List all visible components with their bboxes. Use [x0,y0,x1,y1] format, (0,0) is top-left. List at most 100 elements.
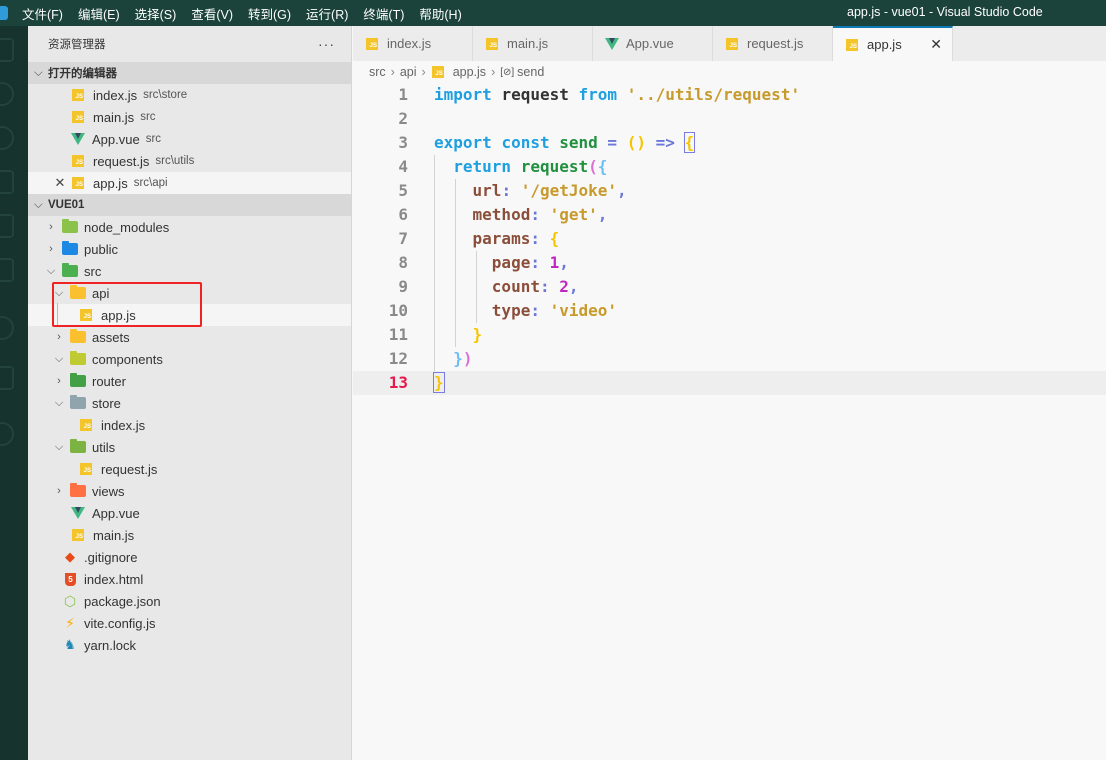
menu-run[interactable]: 运行(R) [306,4,348,23]
file-path: src\utils [155,155,195,167]
code-line[interactable]: 13} [353,371,1106,395]
tree-file-gitignore[interactable]: ◆ .gitignore [28,546,351,568]
open-editor-item[interactable]: JS main.js src [28,106,351,128]
open-editor-item[interactable]: JS index.js src\store [28,84,351,106]
tree-label: src [84,263,102,279]
close-icon[interactable]: ✕ [53,175,67,191]
breadcrumb-item[interactable]: send [517,65,544,79]
tree-label: public [84,241,118,257]
tree-file-app-vue[interactable]: App.vue [28,502,351,524]
code-editor[interactable]: 1 import request from '../utils/request' 2… [353,83,1106,395]
code-line[interactable]: 7 params: { [353,227,1106,251]
file-path: src\api [133,177,168,189]
tab-label: App.vue [626,36,674,51]
ellipsis-icon[interactable]: ··· [318,36,335,52]
tab-app-js[interactable]: JS app.js ✕ [833,26,953,61]
code-line[interactable]: 12 }) [353,347,1106,371]
menu-edit[interactable]: 编辑(E) [78,4,120,23]
tree-file-vite-config[interactable]: ⚡ vite.config.js [28,612,351,634]
js-icon: JS [80,419,92,431]
breadcrumb-item[interactable]: app.js [453,65,486,79]
editor-tabs: JS index.js JS main.js App.vue JS reques… [353,26,1106,61]
menu-go[interactable]: 转到(G) [248,4,291,23]
open-editor-item-active[interactable]: ✕ JS app.js src\api [28,172,351,194]
code-line[interactable]: 3 export const send = () => { [353,131,1106,155]
tree-folder-store[interactable]: ⌵ store [28,392,351,414]
tree-folder-src[interactable]: ⌵ src [28,260,351,282]
tree-file-index-js[interactable]: JS index.js [28,414,351,436]
menu-file[interactable]: 文件(F) [22,4,63,23]
breadcrumb-item[interactable]: src [369,65,386,79]
tree-label: .gitignore [84,549,138,565]
open-editors-section[interactable]: ⌵ 打开的编辑器 [28,62,351,84]
code-line[interactable]: 10 type: 'video' [353,299,1106,323]
code-line[interactable]: 2 [353,107,1106,131]
menu-view[interactable]: 查看(V) [191,4,233,23]
tab-request-js[interactable]: JS request.js [713,26,833,61]
code-line[interactable]: 8 page: 1, [353,251,1106,275]
breadcrumb-item[interactable]: api [400,65,417,79]
tree-folder-router[interactable]: › router [28,370,351,392]
file-path: src\store [143,89,188,101]
menu-terminal[interactable]: 终端(T) [363,4,404,23]
tree-folder-node-modules[interactable]: › node_modules [28,216,351,238]
line-number: 3 [398,133,408,152]
tree-label: app.js [101,307,136,323]
chevron-down-icon: ⌵ [46,264,56,277]
tab-app-vue[interactable]: App.vue [593,26,713,61]
tab-label: request.js [747,36,804,51]
tree-file-index-html[interactable]: 5 index.html [28,568,351,590]
code-line[interactable]: 5 url: '/getJoke', [353,179,1106,203]
explorer-icon[interactable] [0,38,14,62]
menu-help[interactable]: 帮助(H) [419,4,461,23]
tree-folder-api[interactable]: ⌵ api [28,282,351,304]
search-icon[interactable] [0,82,14,106]
tree-file-package-json[interactable]: ⬡ package.json [28,590,351,612]
chat-icon[interactable] [0,422,14,446]
tab-label: main.js [507,36,549,51]
tree-file-app-js[interactable]: JS app.js [28,304,351,326]
tree-folder-assets[interactable]: › assets [28,326,351,348]
tree-file-request-js[interactable]: JS request.js [28,458,351,480]
tree-indent-guide [57,303,58,325]
code-text: import request from '../utils/request' [434,85,801,104]
folder-public-icon [62,241,78,255]
tree-folder-components[interactable]: ⌵ components [28,348,351,370]
tree-label: vite.config.js [84,615,156,631]
menu-selection[interactable]: 选择(S) [135,4,177,23]
open-editor-item[interactable]: JS request.js src\utils [28,150,351,172]
line-number: 1 [398,85,408,104]
extensions-icon[interactable] [0,258,14,282]
open-editors-label: 打开的编辑器 [48,68,117,80]
tree-folder-public[interactable]: › public [28,238,351,260]
project-section[interactable]: ⌵ VUE01 [28,194,351,216]
line-number: 2 [398,109,408,128]
code-text: params: { [472,229,560,248]
tab-index-js[interactable]: JS index.js [353,26,473,61]
tree-label: main.js [93,527,135,543]
line-number: 10 [388,301,408,320]
code-line[interactable]: 1 import request from '../utils/request' [353,83,1106,107]
line-number: 12 [388,349,408,368]
code-line[interactable]: 6 method: 'get', [353,203,1106,227]
close-icon[interactable]: ✕ [930,36,942,53]
tree-file-yarn-lock[interactable]: ♞ yarn.lock [28,634,351,656]
line-number: 11 [388,325,408,344]
remote-explorer-icon[interactable] [0,214,14,238]
code-line[interactable]: 4 return request({ [353,155,1106,179]
code-line[interactable]: 9 count: 2, [353,275,1106,299]
tab-main-js[interactable]: JS main.js [473,26,593,61]
tree-folder-utils[interactable]: ⌵ utils [28,436,351,458]
git-graph-icon[interactable] [0,366,14,390]
code-line[interactable]: 11 } [353,323,1106,347]
tree-folder-views[interactable]: › views [28,480,351,502]
folder-assets-icon [70,329,86,343]
open-editor-item[interactable]: App.vue src [28,128,351,150]
source-control-icon[interactable] [0,126,14,150]
tree-file-main-js[interactable]: JS main.js [28,524,351,546]
timeline-icon[interactable] [0,316,14,340]
tree-label: assets [92,329,130,345]
run-debug-icon[interactable] [0,170,14,194]
code-text: }) [453,349,473,368]
vscode-logo-icon [0,6,8,20]
